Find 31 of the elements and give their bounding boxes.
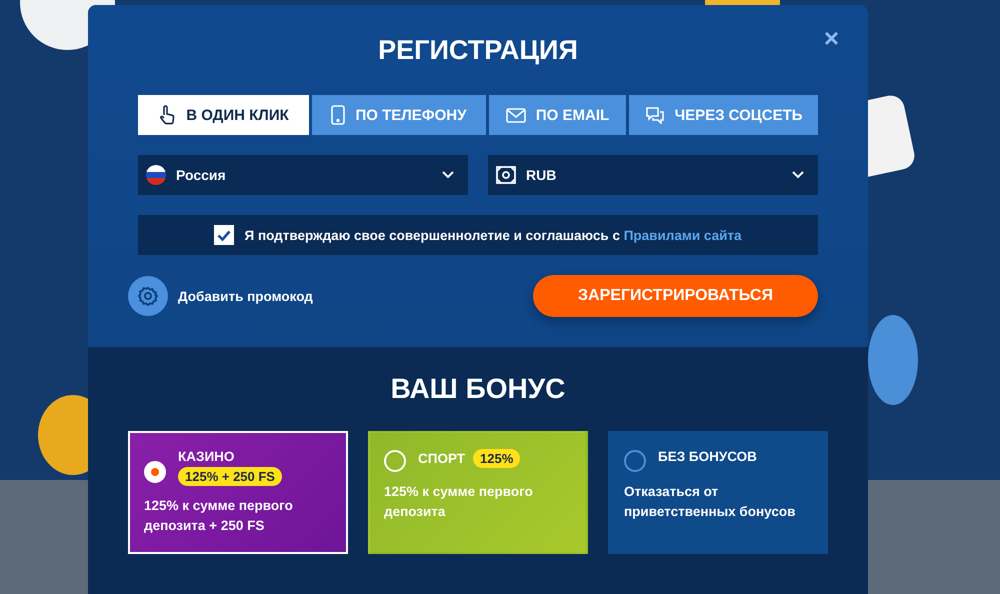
gear-icon	[128, 276, 168, 316]
banknote-icon	[496, 166, 516, 184]
bonus-description: 125% к сумме первого депозита	[384, 483, 534, 521]
bonus-description: Отказаться от приветственных бонусов	[624, 483, 796, 521]
modal-title: РЕГИСТРАЦИЯ	[378, 34, 578, 66]
tab[interactable]: В ОДИН КЛИК	[138, 95, 309, 135]
rules-link[interactable]: Правилами сайта	[624, 228, 742, 242]
close-button[interactable]: ×	[820, 25, 843, 51]
bonus-card[interactable]: КАЗИНО 125% + 250 FS 125% к сумме первого депозита + 250 FS	[128, 431, 348, 554]
envelope-icon	[506, 108, 526, 122]
bonus-card[interactable]: СПОРТ 125% 125% к сумме первого депозита	[368, 431, 588, 554]
checkmark-icon	[217, 230, 232, 240]
bonus-badge: 125%	[473, 449, 520, 468]
currency-select[interactable]: RUB	[488, 155, 818, 195]
bonus-name: СПОРТ	[418, 451, 466, 466]
tablet-icon	[331, 105, 346, 125]
chevron-down-icon	[442, 171, 454, 179]
checkbox[interactable]	[214, 225, 234, 245]
russia-flag-icon	[146, 165, 166, 185]
bonus-description: 125% к сумме первого депозита + 250 FS	[144, 497, 294, 535]
bonus-badge: 125% + 250 FS	[178, 467, 282, 486]
country-select[interactable]: Россия	[138, 155, 468, 195]
bonus-card[interactable]: БЕЗ БОНУСОВ Отказаться от приветственных бонусов	[608, 431, 828, 554]
promo-code-button[interactable]: Добавить промокод	[128, 276, 313, 316]
agreement-text: Я подтверждаю свое совершеннолетие и соглашаюсь с Правилами сайта	[244, 228, 742, 242]
radio-button[interactable]	[624, 450, 646, 472]
bonus-name: КАЗИНО	[178, 449, 234, 464]
chat-bubbles-icon	[644, 106, 665, 124]
chevron-down-icon	[792, 171, 804, 179]
bonus-title: ВАШ БОНУС	[390, 372, 566, 406]
bonus-name: БЕЗ БОНУСОВ	[658, 449, 757, 464]
